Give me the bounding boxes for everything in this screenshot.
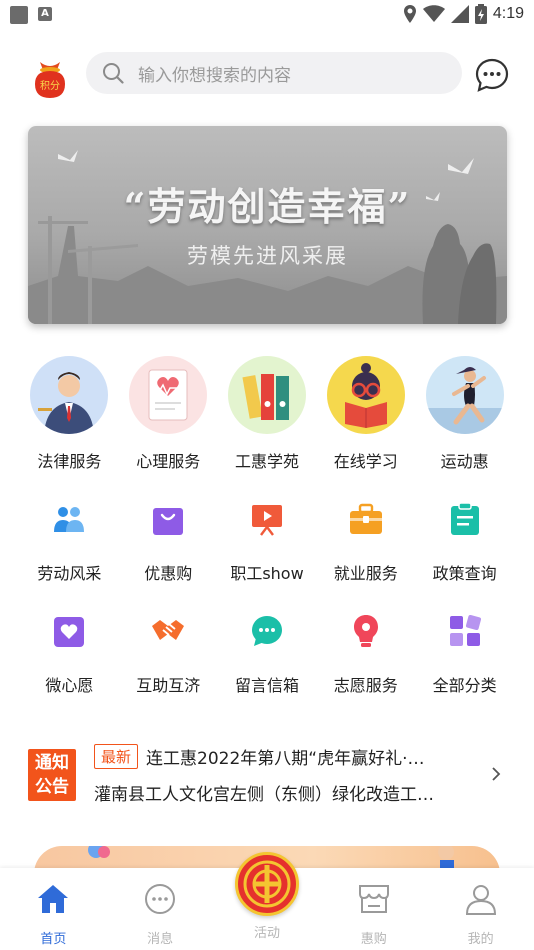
points-bag-logo[interactable]: 积分	[30, 58, 70, 100]
tab-deals[interactable]: 惠购	[320, 868, 427, 950]
tab-label-activity: 活动	[253, 926, 280, 941]
promo-banner[interactable]: “劳动创造幸福” 劳模先进风采展	[28, 126, 507, 324]
grid-icon	[446, 612, 484, 650]
service-label: 劳动风采	[37, 564, 102, 583]
briefcase-icon	[347, 500, 385, 538]
union-emblem-button[interactable]	[235, 852, 299, 916]
service-micro-wish[interactable]: 微心愿	[20, 612, 119, 696]
chat-icon[interactable]	[474, 57, 510, 93]
service-volunteer[interactable]: 志愿服务	[316, 612, 415, 696]
search-input[interactable]: 输入你想搜索的内容	[86, 52, 462, 94]
home-icon	[38, 885, 69, 913]
service-online-learning[interactable]: 在线学习	[316, 356, 415, 472]
runner-icon	[425, 356, 504, 434]
message-icon	[145, 884, 176, 914]
services-row-3: 微心愿 互助互济 留言信箱 志愿服务 全部分类	[20, 612, 514, 696]
clock: 4:19	[492, 5, 524, 22]
status-bar: A 4:19	[0, 0, 534, 28]
reader-icon	[326, 356, 405, 434]
service-label: 志愿服务	[333, 676, 398, 695]
search-placeholder: 输入你想搜索的内容	[138, 65, 291, 86]
service-label: 心理服务	[136, 452, 201, 471]
tab-home[interactable]: 首页	[0, 868, 107, 950]
service-sports[interactable]: 运动惠	[415, 356, 514, 472]
service-policy-query[interactable]: 政策查询	[415, 500, 514, 584]
workers-icon	[50, 500, 88, 538]
service-psychology[interactable]: 心理服务	[119, 356, 218, 472]
service-label: 互助互济	[136, 676, 201, 695]
wifi-icon	[422, 5, 445, 22]
notice-badge-line2: 公告	[35, 777, 69, 797]
service-label: 留言信箱	[234, 676, 299, 695]
service-discount-shop[interactable]: 优惠购	[119, 500, 218, 584]
banner-subtitle: 劳模先进风采展	[187, 244, 348, 268]
notice-badge: 通知 公告	[28, 749, 76, 801]
notice-item-1[interactable]: 最新 连工惠2022年第八期“虎年赢好礼·…	[94, 744, 464, 769]
presentation-icon	[248, 500, 286, 538]
service-label: 政策查询	[432, 564, 497, 583]
service-label: 就业服务	[333, 564, 398, 583]
chevron-right-icon[interactable]	[490, 766, 502, 782]
service-label: 运动惠	[440, 452, 489, 471]
lawyer-icon	[30, 356, 109, 434]
heart-card-icon	[50, 612, 88, 650]
banner-title: “劳动创造幸福”	[123, 184, 412, 229]
tab-label: 惠购	[360, 932, 387, 947]
location-icon	[403, 5, 416, 23]
binders-icon	[227, 356, 306, 434]
logo-label: 积分	[40, 80, 60, 92]
lightbulb-icon	[347, 612, 385, 650]
service-message-box[interactable]: 留言信箱	[218, 612, 317, 696]
service-staff-show[interactable]: 职工show	[218, 500, 317, 584]
tab-mine[interactable]: 我的	[427, 868, 534, 950]
app-notification-icon: A	[38, 7, 52, 21]
service-label: 全部分类	[432, 676, 497, 695]
tab-messages[interactable]: 消息	[107, 868, 214, 950]
service-label: 在线学习	[333, 452, 398, 471]
store-icon	[358, 885, 389, 913]
service-label: 优惠购	[144, 564, 193, 583]
services-row-2: 劳动风采 优惠购 职工show 就业服务 政策查询	[20, 500, 514, 584]
notification-icon	[10, 6, 28, 24]
service-legal[interactable]: 法律服务	[20, 356, 119, 472]
tab-label: 首页	[40, 932, 67, 947]
main-services: 法律服务 心理服务 工惠学苑 在线学习 运动惠	[20, 356, 514, 472]
notice-item-2[interactable]: 灌南县工人文化宫左侧（东侧）绿化改造工…	[94, 780, 464, 805]
notice-text-1: 连工惠2022年第八期“虎年赢好礼·…	[146, 749, 425, 769]
notice-board[interactable]: 通知 公告 最新 连工惠2022年第八期“虎年赢好礼·… 灌南县工人文化宫左侧（…	[28, 740, 508, 808]
battery-icon	[474, 4, 487, 24]
heart-report-icon	[129, 356, 208, 434]
service-mutual-aid[interactable]: 互助互济	[119, 612, 218, 696]
status-indicators: 4:19	[403, 4, 524, 24]
chat-bubble-icon	[248, 612, 286, 650]
service-academy[interactable]: 工惠学苑	[218, 356, 317, 472]
tab-label: 消息	[147, 932, 174, 947]
service-employment[interactable]: 就业服务	[316, 500, 415, 584]
service-label: 工惠学苑	[234, 452, 299, 471]
service-all-categories[interactable]: 全部分类	[415, 612, 514, 696]
union-emblem-icon	[243, 860, 291, 908]
handshake-icon	[149, 612, 187, 650]
notice-badge-line1: 通知	[35, 753, 69, 773]
clipboard-icon	[446, 500, 484, 538]
new-tag: 最新	[94, 744, 139, 769]
signal-icon	[450, 5, 469, 23]
shopping-bag-icon	[149, 500, 187, 538]
service-label: 微心愿	[45, 676, 94, 695]
profile-icon	[465, 885, 496, 915]
service-label: 职工show	[230, 564, 304, 583]
tab-label: 我的	[467, 932, 494, 947]
service-label: 法律服务	[37, 452, 102, 471]
search-icon	[103, 63, 124, 84]
service-labor-style[interactable]: 劳动风采	[20, 500, 119, 584]
